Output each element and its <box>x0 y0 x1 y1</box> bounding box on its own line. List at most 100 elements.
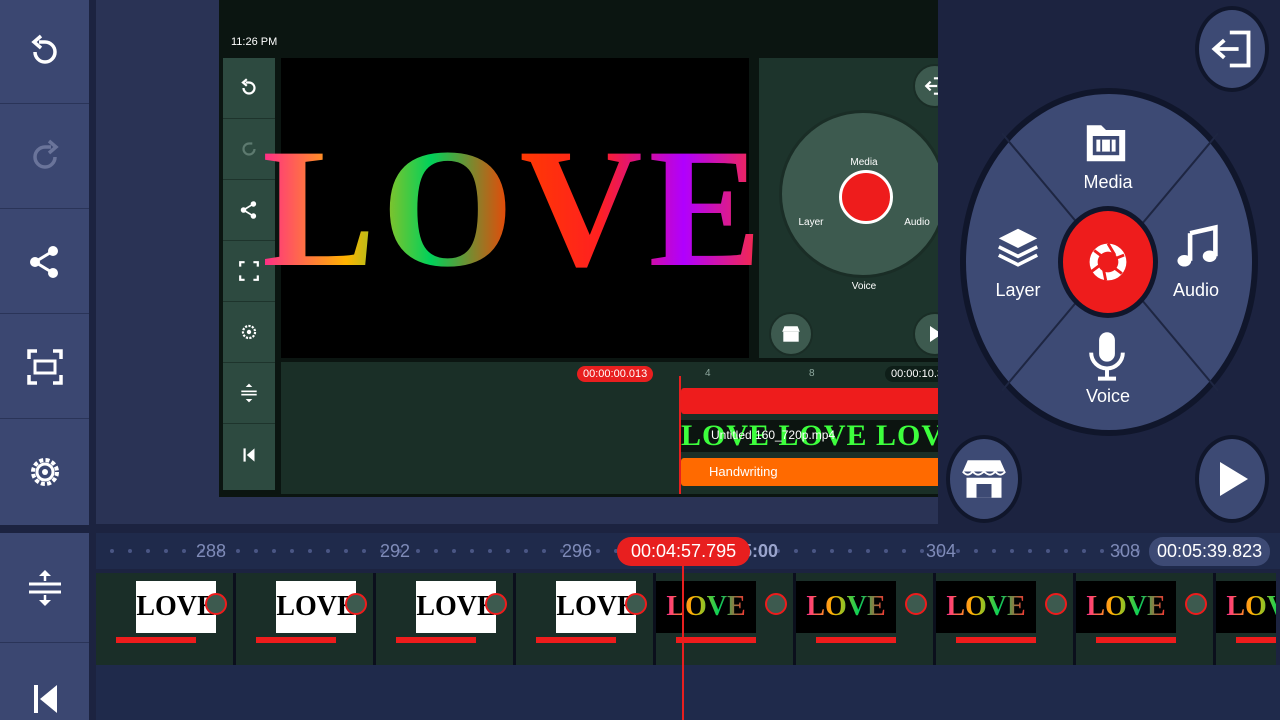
ruler-dot <box>452 549 456 553</box>
preview-store-icon <box>769 312 813 356</box>
settings-button[interactable] <box>0 420 89 524</box>
preview-expand-icon <box>223 363 275 424</box>
voice-button[interactable] <box>1084 330 1132 384</box>
timeline-expand-button[interactable] <box>0 533 89 643</box>
preview-handwriting-clip: Handwriting <box>681 458 951 486</box>
exit-button[interactable] <box>1195 6 1269 92</box>
preview-tick-8: 8 <box>809 368 815 379</box>
frame-white-love: LOVE <box>556 581 636 633</box>
record-button[interactable] <box>1058 206 1158 318</box>
redo-button[interactable] <box>0 105 89 209</box>
play-button[interactable] <box>1195 435 1269 523</box>
ruler-dot <box>416 549 420 553</box>
ruler-dot <box>272 549 276 553</box>
ruler-dot <box>974 549 978 553</box>
ruler-dot <box>254 549 258 553</box>
ruler-dot <box>1028 549 1032 553</box>
layer-label: Layer <box>995 280 1041 300</box>
skip-to-start-icon <box>33 685 57 713</box>
preview-video-clip-name: Untitled 160_720p.mp4 <box>711 428 836 442</box>
ruler-dot <box>542 549 546 553</box>
total-time-badge: 00:05:39.823 <box>1149 537 1271 566</box>
frame-clip-strip <box>116 637 196 643</box>
ruler-dot <box>326 549 330 553</box>
redo-icon <box>32 139 59 169</box>
undo-icon <box>30 34 57 64</box>
frame-color-love: LOVE <box>656 581 756 633</box>
left-sidebar <box>0 0 89 525</box>
share-button[interactable] <box>0 210 89 314</box>
video-frame[interactable]: LOVE <box>656 573 796 665</box>
layers-icon <box>997 228 1039 267</box>
skip-start-button[interactable] <box>0 644 89 720</box>
ruler-dot <box>110 549 114 553</box>
video-frame[interactable]: LOVE <box>376 573 516 665</box>
frame-wheel-icon <box>1045 593 1067 615</box>
store-button[interactable] <box>946 435 1022 523</box>
microphone-icon <box>1089 332 1125 381</box>
frame-love-text: LOVE <box>1226 591 1276 623</box>
ruler-dot <box>470 549 474 553</box>
video-frame[interactable]: LOVE <box>236 573 376 665</box>
music-note-icon <box>1177 224 1218 267</box>
preview-image: 11:26 PM LOVE Media Layer Audio Voice 00… <box>219 0 1009 497</box>
ruler-dot <box>290 549 294 553</box>
voice-label: Voice <box>1085 386 1131 406</box>
preview-record-icon <box>839 170 893 224</box>
ruler-tick: 304 <box>926 541 957 561</box>
current-time-badge: 00:04:57.795 <box>617 537 751 566</box>
ruler-dot <box>344 549 348 553</box>
media-icon <box>1086 125 1126 162</box>
video-frame[interactable]: LOVE <box>796 573 936 665</box>
frame-wheel-icon <box>905 593 927 615</box>
video-track[interactable]: LOVE LOVE LOVE LOVE LOVE LOVE LOVE LOVE LOVE <box>96 573 1276 665</box>
frame-wheel-icon <box>1185 593 1207 615</box>
preview-timeline: 00:00:00.013 00:00:10.375 4 8 LOVE LOVE … <box>281 362 964 494</box>
ruler-dot <box>920 549 924 553</box>
ruler-dot <box>1064 549 1068 553</box>
ruler-dot <box>308 549 312 553</box>
ruler-tick: 292 <box>380 541 411 561</box>
ruler-dot <box>488 549 492 553</box>
frame-wheel-icon <box>485 593 507 615</box>
capture-button[interactable] <box>0 315 89 419</box>
undo-button[interactable] <box>0 0 89 104</box>
frame-wheel-icon <box>345 593 367 615</box>
layer-button[interactable] <box>994 224 1044 274</box>
frame-white-love: LOVE <box>416 581 496 633</box>
video-frame[interactable]: LOVE <box>516 573 656 665</box>
ruler-dot <box>866 549 870 553</box>
frame-clip-strip <box>256 637 336 643</box>
preview-audio-label: Audio <box>904 217 930 228</box>
frame-clip-strip <box>816 637 896 643</box>
media-button[interactable] <box>1082 118 1132 168</box>
ruler-dot <box>848 549 852 553</box>
video-frame[interactable]: LOVE <box>1216 573 1276 665</box>
preview-current-time: 00:00:00.013 <box>577 366 654 382</box>
frame-clip-strip <box>1236 637 1276 643</box>
frame-clip-strip <box>396 637 476 643</box>
video-frame[interactable]: LOVE <box>1076 573 1216 665</box>
frame-love-text: LOVE <box>946 591 1026 622</box>
playhead[interactable] <box>682 566 684 720</box>
preview-tick-4: 4 <box>705 368 711 379</box>
audio-button[interactable] <box>1174 224 1224 274</box>
ruler-dot <box>956 549 960 553</box>
frame-wheel-icon <box>205 593 227 615</box>
frame-love-text: LOVE <box>806 591 886 622</box>
ruler-dot <box>596 549 600 553</box>
empty-track-area[interactable] <box>96 665 1280 720</box>
video-frame[interactable]: LOVE <box>936 573 1076 665</box>
frame-clip-strip <box>536 637 616 643</box>
exit-icon <box>1211 30 1251 68</box>
preview-voice-label: Voice <box>851 281 877 292</box>
ruler-dot <box>812 549 816 553</box>
video-frame[interactable]: LOVE <box>96 573 236 665</box>
canvas-love-text: LOVE <box>262 111 768 306</box>
frame-love-text: LOVE <box>1086 591 1166 622</box>
frame-wheel-icon <box>625 593 647 615</box>
screen-capture-icon <box>26 348 63 385</box>
store-icon <box>962 460 1006 498</box>
ruler-dot <box>1046 549 1050 553</box>
handwriting-label: Handwriting <box>709 464 778 479</box>
